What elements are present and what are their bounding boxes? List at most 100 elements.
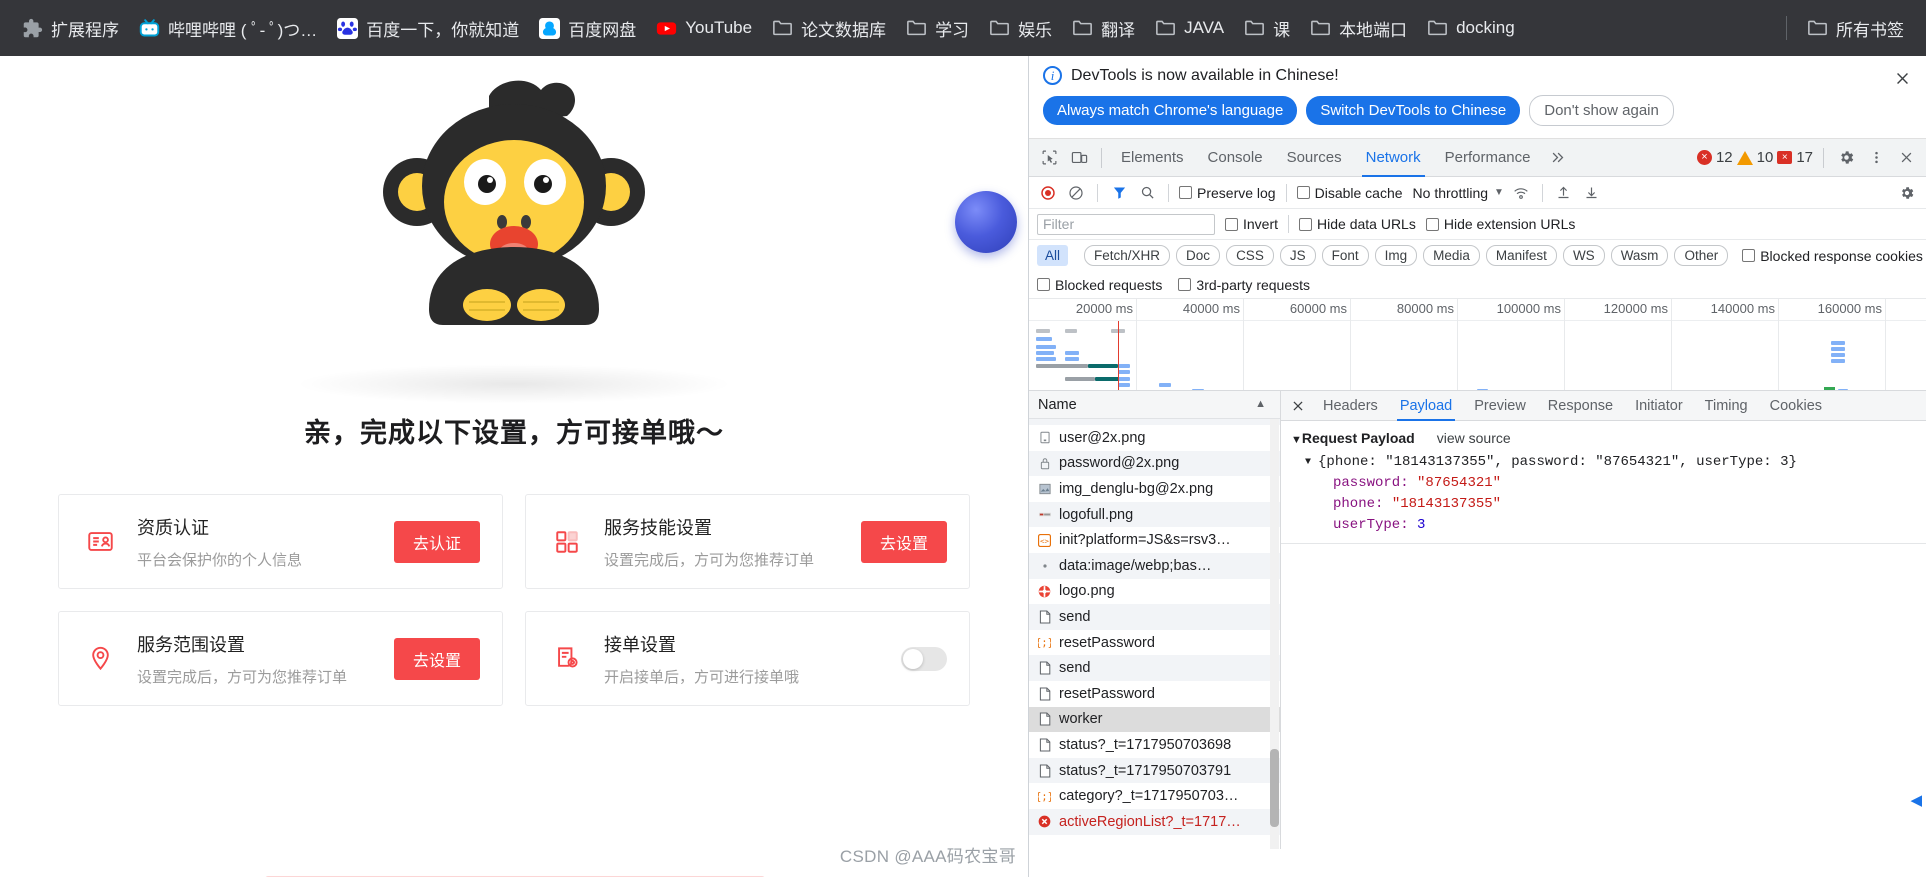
- payload-summary-row[interactable]: ▼ {phone: "18143137355", password: "8765…: [1305, 452, 1916, 473]
- chip-fetch-xhr[interactable]: Fetch/XHR: [1084, 245, 1171, 266]
- request-column-header[interactable]: Name ▲: [1029, 391, 1280, 419]
- table-row[interactable]: worker: [1029, 706, 1280, 733]
- network-overview-timeline[interactable]: 20000 ms 40000 ms 60000 ms 80000 ms 1000…: [1029, 299, 1926, 391]
- issues-counter[interactable]: × 17: [1777, 149, 1813, 166]
- table-row[interactable]: user@2x.png: [1029, 425, 1280, 451]
- bookmark-folder-papers[interactable]: 论文数据库: [762, 11, 896, 46]
- table-row[interactable]: send: [1029, 655, 1280, 681]
- go-skills-settings-button[interactable]: 去设置: [860, 520, 947, 563]
- tab-elements[interactable]: Elements: [1110, 139, 1195, 177]
- chip-manifest[interactable]: Manifest: [1485, 245, 1557, 266]
- detail-tab-preview[interactable]: Preview: [1464, 391, 1536, 421]
- search-icon[interactable]: [1136, 182, 1158, 204]
- bookmark-folder-study[interactable]: 学习: [896, 11, 979, 46]
- inspect-element-icon[interactable]: [1035, 144, 1063, 172]
- invert-checkbox[interactable]: Invert: [1225, 216, 1278, 232]
- chip-ws[interactable]: WS: [1562, 245, 1605, 266]
- card-qualification[interactable]: 资质认证 平台会保护你的个人信息 去认证: [58, 494, 503, 589]
- table-row[interactable]: data:image/webp;bas…: [1029, 552, 1280, 579]
- switch-to-chinese-button[interactable]: Switch DevTools to Chinese: [1306, 96, 1521, 125]
- accept-orders-toggle[interactable]: [901, 646, 947, 671]
- error-counter[interactable]: × 12: [1696, 149, 1733, 166]
- go-area-settings-button[interactable]: 去设置: [393, 637, 480, 680]
- detail-tab-cookies[interactable]: Cookies: [1760, 391, 1832, 421]
- close-icon[interactable]: [1890, 66, 1914, 90]
- blocked-response-cookies-checkbox[interactable]: Blocked response cookies: [1742, 248, 1923, 264]
- bookmark-folder-docking[interactable]: docking: [1417, 13, 1525, 44]
- detail-tab-payload[interactable]: Payload: [1390, 391, 1462, 421]
- card-service-skills[interactable]: 服务技能设置 设置完成后，方可为您推荐订单 去设置: [525, 494, 970, 589]
- tab-console[interactable]: Console: [1197, 139, 1274, 177]
- bookmark-folder-java[interactable]: JAVA: [1145, 13, 1234, 44]
- go-verify-button[interactable]: 去认证: [393, 520, 480, 563]
- tab-sources[interactable]: Sources: [1276, 139, 1353, 177]
- request-list-scrollbar[interactable]: [1270, 419, 1279, 849]
- more-options-icon[interactable]: [1862, 144, 1890, 172]
- third-party-requests-checkbox[interactable]: 3rd-party requests: [1178, 277, 1310, 293]
- table-row[interactable]: send: [1029, 604, 1280, 630]
- chevron-double-right-icon[interactable]: [1544, 144, 1572, 172]
- bookmark-baidu-search[interactable]: 百度一下，你就知道: [327, 11, 529, 46]
- close-devtools-icon[interactable]: [1892, 144, 1920, 172]
- bookmark-bilibili[interactable]: 哔哩哔哩 ( ﾟ- ﾟ)つ…: [129, 11, 327, 46]
- chip-css[interactable]: CSS: [1226, 245, 1274, 266]
- table-row[interactable]: <> init?platform=JS&s=rsv3…: [1029, 527, 1280, 553]
- floating-action-ball[interactable]: [955, 191, 1017, 253]
- chip-doc[interactable]: Doc: [1176, 245, 1221, 266]
- table-row[interactable]: activeRegionList?_t=1717…: [1029, 808, 1280, 835]
- throttling-select[interactable]: No throttling: [1413, 185, 1488, 201]
- network-settings-gear-icon[interactable]: [1896, 182, 1918, 204]
- bookmark-youtube[interactable]: YouTube: [646, 13, 762, 44]
- table-row[interactable]: status?_t=1717950703791: [1029, 757, 1280, 784]
- table-row[interactable]: logofull.png: [1029, 501, 1280, 528]
- chip-img[interactable]: Img: [1374, 245, 1418, 266]
- table-row[interactable]: password@2x.png: [1029, 450, 1280, 477]
- table-row[interactable]: status?_t=1717950703698: [1029, 732, 1280, 758]
- chip-js[interactable]: JS: [1279, 245, 1316, 266]
- bookmark-folder-translate[interactable]: 翻译: [1062, 11, 1145, 46]
- view-source-link[interactable]: view source: [1437, 430, 1511, 446]
- table-row[interactable]: {;} category?_t=1717950703…: [1029, 783, 1280, 809]
- chip-wasm[interactable]: Wasm: [1610, 245, 1669, 266]
- detail-tab-initiator[interactable]: Initiator: [1625, 391, 1693, 421]
- preserve-log-checkbox[interactable]: Preserve log: [1179, 185, 1276, 201]
- card-service-area[interactable]: 服务范围设置 设置完成后，方可为您推荐订单 去设置: [58, 611, 503, 706]
- all-bookmarks-button[interactable]: 所有书签: [1797, 11, 1914, 46]
- close-icon[interactable]: [1285, 393, 1311, 419]
- hide-data-urls-checkbox[interactable]: Hide data URLs: [1299, 216, 1416, 232]
- import-har-icon[interactable]: [1553, 182, 1575, 204]
- disable-cache-checkbox[interactable]: Disable cache: [1296, 185, 1403, 201]
- tab-network[interactable]: Network: [1355, 139, 1432, 177]
- table-row[interactable]: img_denglu-bg@2x.png: [1029, 476, 1280, 502]
- filter-input[interactable]: [1037, 213, 1215, 235]
- disclosure-triangle-icon[interactable]: ▼: [1305, 452, 1311, 473]
- tab-performance[interactable]: Performance: [1434, 139, 1542, 177]
- export-har-icon[interactable]: [1581, 182, 1603, 204]
- table-row[interactable]: logo.png: [1029, 579, 1280, 605]
- bookmark-folder-localports[interactable]: 本地端口: [1300, 11, 1417, 46]
- payload-section-header[interactable]: ▼Request Payload view source: [1291, 430, 1916, 446]
- network-conditions-icon[interactable]: [1510, 182, 1532, 204]
- bookmark-extensions[interactable]: 扩展程序: [12, 11, 129, 46]
- chip-font[interactable]: Font: [1321, 245, 1369, 266]
- filter-icon[interactable]: [1108, 182, 1130, 204]
- gear-icon[interactable]: [1832, 144, 1860, 172]
- bookmark-baidu-pan[interactable]: 百度网盘: [529, 11, 646, 46]
- chip-all[interactable]: All: [1037, 245, 1069, 266]
- device-toolbar-icon[interactable]: [1065, 144, 1093, 172]
- disclosure-triangle-icon[interactable]: ▼: [1291, 434, 1302, 446]
- detail-tab-headers[interactable]: Headers: [1313, 391, 1388, 421]
- bookmark-folder-class[interactable]: 课: [1234, 11, 1300, 46]
- detail-tab-timing[interactable]: Timing: [1695, 391, 1758, 421]
- record-stop-icon[interactable]: [1037, 182, 1059, 204]
- chevron-down-icon[interactable]: ▼: [1494, 187, 1504, 198]
- clear-icon[interactable]: [1065, 182, 1087, 204]
- bookmark-folder-entertainment[interactable]: 娱乐: [979, 11, 1062, 46]
- dont-show-again-button[interactable]: Don't show again: [1529, 95, 1674, 126]
- always-match-language-button[interactable]: Always match Chrome's language: [1043, 96, 1298, 125]
- hide-extension-urls-checkbox[interactable]: Hide extension URLs: [1425, 216, 1575, 232]
- table-row[interactable]: resetPassword: [1029, 681, 1280, 707]
- chip-other[interactable]: Other: [1674, 245, 1729, 266]
- warning-counter[interactable]: 10: [1736, 149, 1773, 166]
- card-order-settings[interactable]: 接单设置 开启接单后，方可进行接单哦: [525, 611, 970, 706]
